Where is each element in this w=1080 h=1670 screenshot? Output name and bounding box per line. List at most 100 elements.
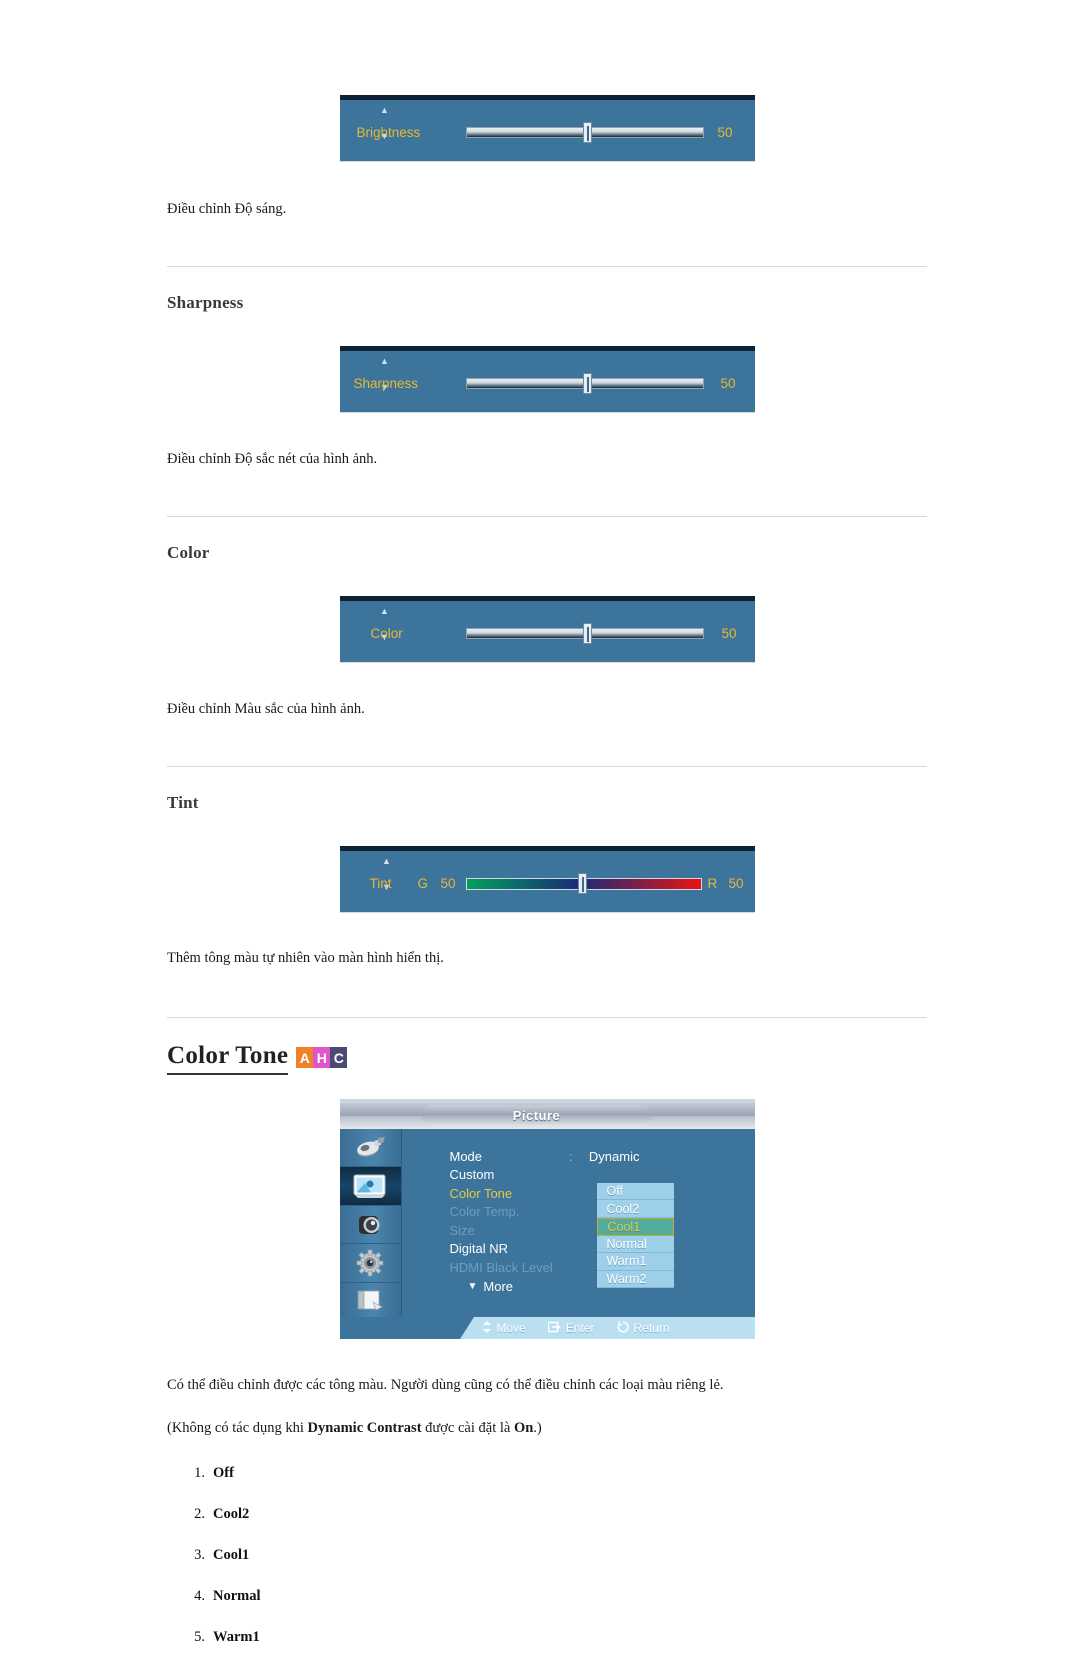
list-item: Cool2: [183, 1506, 250, 1523]
color-slider-value: 50: [721, 626, 737, 642]
knob-inner-mark: [581, 877, 584, 893]
color-tone-heading: Color Tone: [167, 1042, 289, 1076]
knob-inner-mark: [586, 126, 589, 141]
list-item: Normal: [183, 1588, 261, 1605]
list-item: Off: [183, 1465, 234, 1482]
tint-slider-label: Tint: [369, 876, 392, 892]
footer-action-return[interactable]: Return: [617, 1320, 670, 1336]
footer-action-label: Move: [496, 1321, 526, 1336]
dropdown-option[interactable]: Cool2: [596, 1200, 674, 1218]
color-caption: Điều chỉnh Màu sắc của hình ảnh.: [167, 701, 365, 718]
paragraph-2-post: .): [533, 1420, 542, 1437]
sharpness-slider-value: 50: [720, 376, 736, 392]
color-osd-slider[interactable]: ▲ ▼ Color 50: [339, 596, 755, 663]
tint-slider-knob[interactable]: [577, 873, 587, 895]
tint-heading: Tint: [167, 793, 199, 813]
osd-menu-item-label: Color Temp.: [449, 1204, 520, 1220]
osd-footer-bar: Move Enter Return: [339, 1317, 755, 1340]
color-tone-option-list: Off Cool2 Cool1 Normal Warm1: [167, 1465, 927, 1646]
badge-h: H: [313, 1047, 331, 1069]
sharpness-osd-slider[interactable]: ▲ ▼ Sharpness 50: [339, 346, 755, 413]
brightness-slider-value: 50: [717, 125, 733, 140]
sidebar-item-setup[interactable]: [339, 1244, 401, 1283]
color-tone-paragraph-1: Có thể điều chỉnh được các tông màu. Ngư…: [167, 1377, 724, 1394]
tint-red-letter: R: [707, 876, 718, 892]
updown-arrow-icon: [482, 1320, 492, 1336]
color-heading: Color: [167, 543, 210, 563]
brightness-slider-knob[interactable]: [582, 122, 592, 143]
dropdown-option[interactable]: Normal: [596, 1235, 674, 1254]
sharpness-heading: Sharpness: [167, 293, 244, 313]
osd-menu-item-label: Size: [449, 1222, 475, 1238]
sidebar-item-input-source[interactable]: [339, 1129, 401, 1168]
osd-menu-row[interactable]: Custom: [450, 1166, 640, 1185]
list-item: Cool1: [183, 1547, 250, 1564]
dropdown-option[interactable]: Off: [596, 1183, 674, 1201]
sidebar-item-sound[interactable]: [339, 1206, 401, 1245]
color-tone-heading-row: Color Tone AHC: [167, 1042, 927, 1076]
osd-menu-colon: :: [568, 1148, 573, 1164]
knob-inner-mark: [586, 627, 589, 643]
osd-menu-item-label: Digital NR: [449, 1241, 509, 1257]
tint-green-letter: G: [417, 876, 429, 892]
setup-gear-icon: [355, 1249, 385, 1277]
osd-footer-actions[interactable]: Move Enter Return: [482, 1320, 670, 1336]
osd-footer-tab: [339, 1317, 474, 1340]
osd-menu-item-value: Dynamic: [588, 1148, 640, 1164]
input-source-icon: [354, 1136, 386, 1160]
sidebar-item-multi-control[interactable]: [339, 1283, 401, 1322]
footer-action-label: Enter: [565, 1321, 595, 1336]
paragraph-2-mid: được cài đặt là: [421, 1420, 514, 1437]
osd-menu-item-label: Custom: [449, 1167, 495, 1183]
osd-menu-row[interactable]: Mode: Dynamic: [450, 1147, 640, 1166]
footer-action-move[interactable]: Move: [482, 1320, 526, 1336]
return-icon: [617, 1320, 629, 1336]
paragraph-2-bold-on: On: [513, 1420, 534, 1437]
paragraph-2-pre: (Không có tác dụng khi: [167, 1420, 308, 1437]
up-arrow-icon[interactable]: ▲: [378, 607, 392, 616]
up-arrow-icon[interactable]: ▲: [378, 357, 392, 366]
multi-control-icon: [355, 1288, 385, 1314]
document-content: ▲ ▼ Brightness 50 Điều chỉnh Độ sáng. Sh…: [167, 0, 927, 1670]
sharpness-slider-label: Sharpness: [353, 376, 419, 392]
osd-more-row[interactable]: ▼ More: [458, 1277, 514, 1296]
color-slider-label: Color: [370, 626, 403, 642]
tint-caption: Thêm tông màu tự nhiên vào màn hình hiển…: [167, 950, 444, 967]
color-slider-knob[interactable]: [582, 623, 592, 645]
color-tone-paragraph-2: (Không có tác dụng khi Dynamic Contrast …: [167, 1418, 927, 1439]
dropdown-option[interactable]: Warm1: [596, 1253, 674, 1271]
osd-sidebar[interactable]: [339, 1129, 402, 1322]
sharpness-slider-knob[interactable]: [582, 373, 592, 395]
brightness-slider-label: Brightness: [356, 125, 421, 140]
osd-menu-item-label: Mode: [449, 1148, 483, 1164]
up-arrow-icon[interactable]: ▲: [380, 857, 394, 866]
badge-c: C: [330, 1047, 348, 1069]
tint-osd-slider[interactable]: ▲ ▼ Tint G 50 R 50: [339, 846, 755, 913]
brightness-caption: Điều chỉnh Độ sáng.: [167, 201, 287, 217]
up-arrow-icon[interactable]: ▲: [378, 106, 392, 115]
enter-icon: [547, 1321, 561, 1336]
sharpness-caption: Điều chỉnh Độ sắc nét của hình ảnh.: [167, 451, 378, 468]
osd-menu-item-label: Color Tone: [449, 1185, 513, 1201]
sidebar-item-picture[interactable]: [339, 1167, 401, 1206]
sound-icon: [356, 1212, 384, 1238]
availability-badges: AHC: [296, 1047, 348, 1069]
osd-titlebar: Picture: [339, 1103, 755, 1130]
paragraph-2-bold-dynamic-contrast: Dynamic Contrast: [307, 1420, 422, 1437]
picture-osd-menu[interactable]: Picture Mode: Dynamic Custom Color Tone…: [339, 1099, 755, 1340]
color-tone-dropdown[interactable]: Off Cool2 Cool1 Normal Warm1 Warm2: [596, 1183, 674, 1288]
footer-action-label: Return: [633, 1321, 670, 1336]
list-item: Warm1: [183, 1629, 260, 1646]
osd-menu-item-label: HDMI Black Level: [449, 1259, 553, 1275]
dropdown-option[interactable]: Cool1: [596, 1217, 674, 1236]
osd-title-pill: Picture: [421, 1105, 652, 1127]
brightness-osd-slider[interactable]: ▲ ▼ Brightness 50: [339, 95, 755, 161]
knob-inner-mark: [586, 377, 589, 393]
footer-action-enter[interactable]: Enter: [547, 1321, 595, 1336]
document-page: ▲ ▼ Brightness 50 Điều chỉnh Độ sáng. Sh…: [0, 0, 1080, 1646]
tint-green-value: 50: [440, 876, 456, 892]
tint-red-value: 50: [728, 876, 744, 892]
osd-title-text: Picture: [512, 1108, 561, 1124]
dropdown-option[interactable]: Warm2: [596, 1270, 674, 1288]
chevron-down-icon: ▼: [467, 1280, 478, 1292]
